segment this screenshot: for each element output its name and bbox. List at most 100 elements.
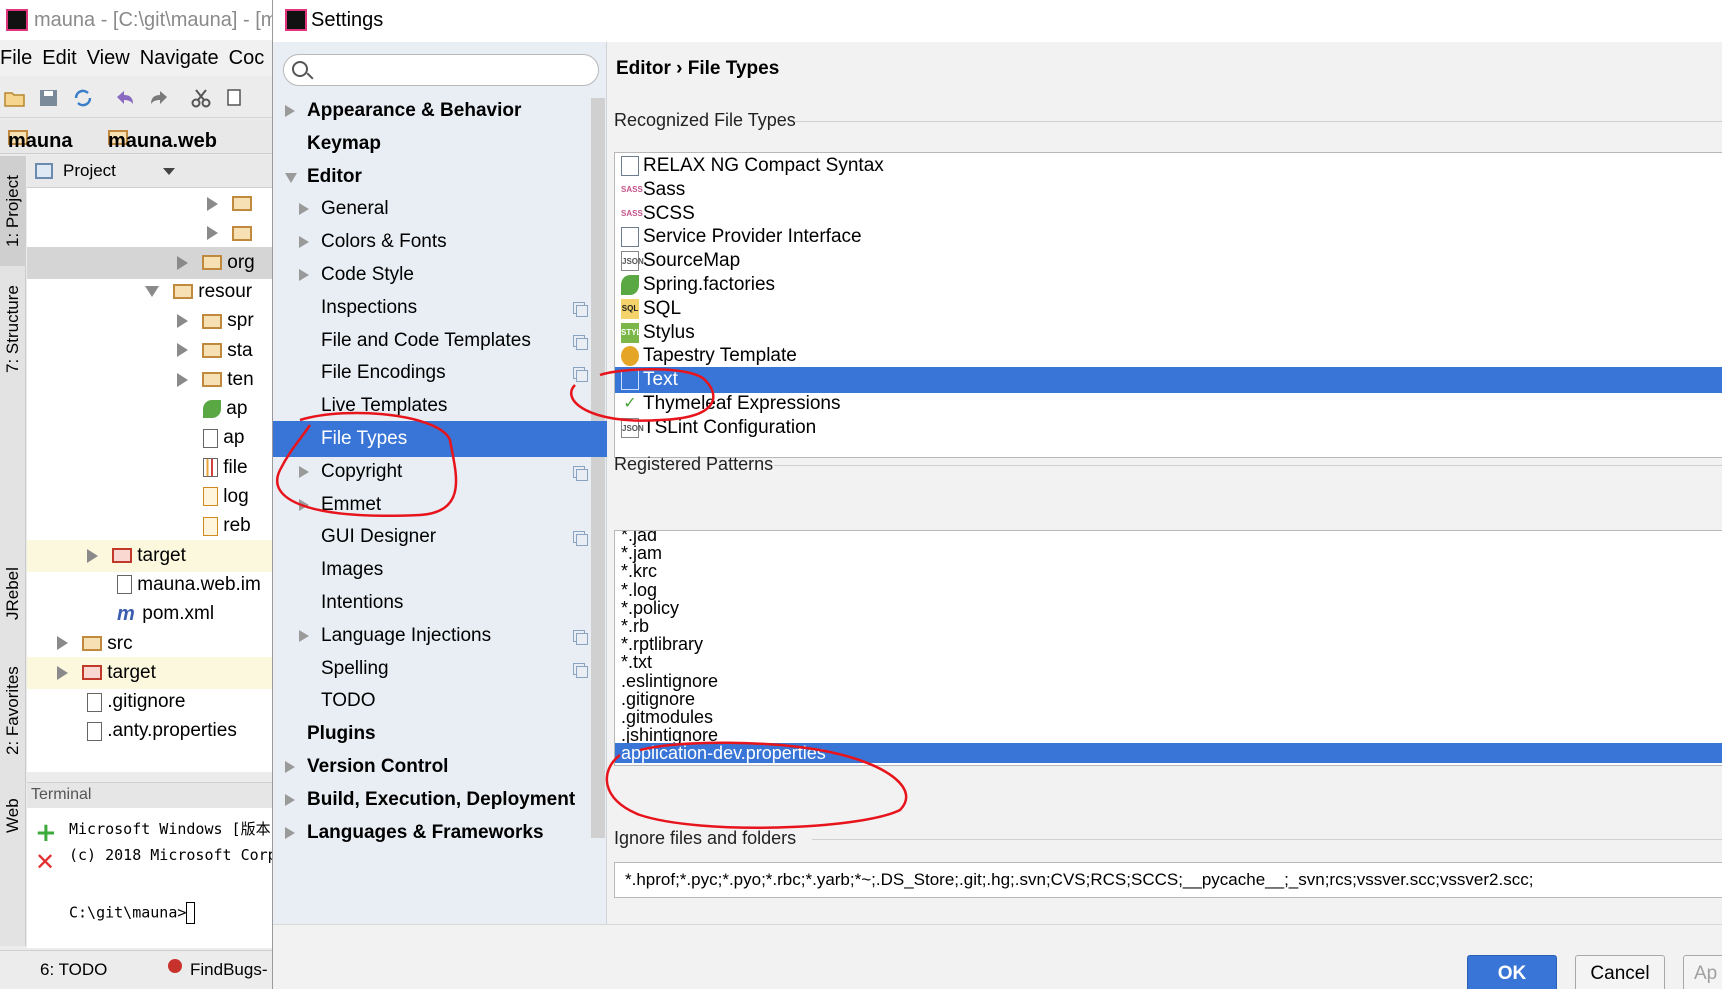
pattern-item[interactable]: .eslintignore [615, 671, 1722, 691]
apply-button[interactable]: Ap [1683, 955, 1722, 989]
pattern-item[interactable]: *.policy [615, 598, 1722, 618]
open-folder-icon[interactable] [4, 88, 26, 108]
file-type-item[interactable]: SASS Sass [615, 177, 1722, 203]
menu-code[interactable]: Coc [229, 40, 272, 76]
pattern-item[interactable]: *.rptlibrary [615, 634, 1722, 654]
nav-item[interactable]: Build, Execution, Deployment [273, 782, 607, 818]
file-type-item[interactable]: Spring.factories [615, 272, 1722, 298]
expand-arrow-icon[interactable] [285, 826, 295, 839]
tab-jrebel[interactable]: JRebel [0, 554, 26, 634]
patterns-list[interactable]: *.jad *.jam *.krc *.log *.policy *.rb *.rptlib… [614, 530, 1722, 766]
collapse-arrow-icon[interactable] [285, 172, 297, 183]
expand-arrow-icon[interactable] [87, 548, 98, 563]
nav-item[interactable]: Code Style [273, 257, 607, 293]
file-type-item[interactable]: Tapestry Template [615, 343, 1722, 369]
file-type-item[interactable]: STYL Stylus [615, 320, 1722, 346]
nav-item[interactable]: Colors & Fonts [273, 224, 607, 260]
nav-item[interactable]: Editor [273, 159, 607, 195]
expand-arrow-icon[interactable] [299, 498, 309, 511]
file-type-item[interactable]: SASS SCSS [615, 201, 1722, 227]
tree-item[interactable]: target [27, 656, 272, 689]
tree-item[interactable]: org [27, 246, 272, 279]
expand-arrow-icon[interactable] [299, 465, 309, 478]
expand-arrow-icon[interactable] [299, 629, 309, 642]
expand-arrow-icon[interactable] [57, 665, 68, 680]
nav-item[interactable]: Copyright [273, 454, 607, 490]
nav-item[interactable]: Version Control [273, 749, 607, 785]
file-type-item[interactable]: Text [615, 367, 1722, 394]
tree-item[interactable]: resour [27, 276, 272, 308]
tree-item[interactable] [27, 217, 272, 249]
menu-view[interactable]: View [87, 40, 140, 76]
expand-arrow-icon[interactable] [299, 203, 309, 216]
tree-item[interactable]: file [27, 452, 272, 484]
pattern-item[interactable]: .jshintignore [615, 725, 1722, 745]
menu-edit[interactable]: Edit [42, 40, 86, 76]
expand-arrow-icon[interactable] [207, 226, 218, 241]
tab-favorites[interactable]: 2: Favorites [0, 656, 26, 766]
expand-arrow-icon[interactable] [177, 343, 188, 358]
pattern-item[interactable]: *.log [615, 580, 1722, 600]
tree-item[interactable]: ap [27, 393, 272, 425]
nav-item[interactable]: Images [273, 552, 607, 588]
nav-item[interactable]: Live Templates [273, 388, 607, 424]
file-type-item[interactable]: JSON TSLint Configuration [615, 415, 1722, 441]
tree-item[interactable]: ap [27, 422, 272, 454]
ok-button[interactable]: OK [1467, 955, 1557, 989]
add-icon[interactable]: + [35, 818, 57, 848]
expand-arrow-icon[interactable] [299, 236, 309, 249]
file-types-list[interactable]: RELAX NG Compact Syntax SASS Sass SASS SCSS S… [614, 152, 1722, 458]
expand-arrow-icon[interactable] [207, 196, 218, 211]
expand-arrow-icon[interactable] [285, 793, 295, 806]
tree-item[interactable]: sta [27, 335, 272, 367]
expand-arrow-icon[interactable] [57, 636, 68, 651]
file-type-item[interactable]: RELAX NG Compact Syntax [615, 153, 1722, 179]
cut-icon[interactable] [190, 88, 212, 108]
sync-icon[interactable] [72, 88, 94, 108]
tree-item[interactable]: mauna.web.im [27, 569, 272, 601]
nav-item[interactable]: General [273, 191, 607, 227]
nav-item[interactable]: Inspections [273, 290, 607, 326]
file-type-item[interactable]: Service Provider Interface [615, 224, 1722, 250]
menu-navigate[interactable]: Navigate [140, 40, 229, 76]
expand-arrow-icon[interactable] [177, 314, 188, 329]
tab-web[interactable]: Web [0, 786, 26, 846]
pattern-item[interactable]: .gitmodules [615, 707, 1722, 727]
pattern-item[interactable]: *.rb [615, 616, 1722, 636]
copy-icon[interactable] [224, 88, 246, 108]
collapse-arrow-icon[interactable] [145, 286, 159, 298]
pattern-item[interactable]: *.krc [615, 561, 1722, 581]
tree-item[interactable]: src [27, 628, 272, 660]
undo-icon[interactable] [114, 88, 136, 108]
tree-item[interactable]: m pom.xml [27, 598, 272, 630]
nav-item[interactable]: GUI Designer [273, 519, 607, 555]
terminal[interactable]: + ✕ Microsoft Windows [版本 (c) 2018 Micro… [27, 808, 272, 948]
save-icon[interactable] [38, 88, 60, 108]
nav-item[interactable]: Appearance & Behavior [273, 93, 607, 129]
ignore-input[interactable]: *.hprof;*.pyc;*.pyo;*.rbc;*.yarb;*~;.DS_… [614, 862, 1722, 898]
tree-item[interactable]: ten [27, 364, 272, 396]
tree-item[interactable]: spr [27, 305, 272, 337]
nav-item[interactable]: Language Injections [273, 618, 607, 654]
pattern-item[interactable]: *.jam [615, 543, 1722, 563]
expand-arrow-icon[interactable] [285, 105, 295, 117]
nav-item[interactable]: Plugins [273, 716, 607, 752]
tree-item[interactable]: reb [27, 510, 272, 542]
file-type-item[interactable]: JSON SourceMap [615, 248, 1722, 274]
settings-search-input[interactable] [283, 54, 599, 86]
findbugs-tab[interactable]: FindBugs- [190, 960, 267, 980]
expand-arrow-icon[interactable] [177, 372, 188, 387]
chevron-down-icon[interactable] [163, 168, 175, 175]
tab-structure[interactable]: 7: Structure [0, 274, 26, 384]
nav-item[interactable]: Intentions [273, 585, 607, 621]
nav-item[interactable]: File and Code Templates [273, 323, 607, 359]
nav-item[interactable]: Emmet [273, 487, 607, 523]
tree-item[interactable]: target [27, 539, 272, 572]
nav-item[interactable]: Spelling [273, 651, 607, 687]
nav-item[interactable]: File Types [273, 421, 607, 457]
file-type-item[interactable]: ✓ Thymeleaf Expressions [615, 391, 1722, 417]
project-panel-header[interactable]: Project [27, 156, 272, 188]
expand-arrow-icon[interactable] [177, 255, 188, 270]
pattern-item[interactable]: .gitignore [615, 689, 1722, 709]
expand-arrow-icon[interactable] [285, 761, 295, 773]
